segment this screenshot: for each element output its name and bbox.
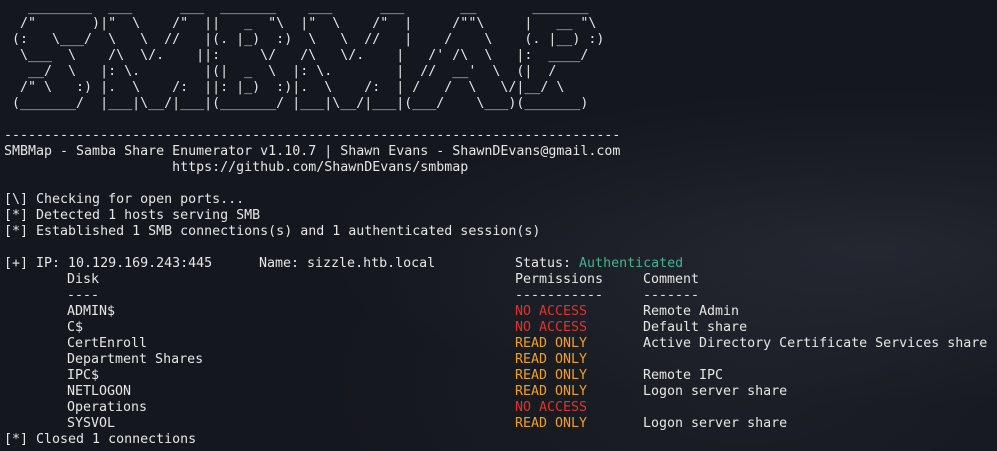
host-status-label: Status: (515, 256, 580, 271)
share-comment: Logon server share (643, 416, 788, 431)
status-line-detected-hosts: [*] Detected 1 hosts serving SMB (4, 208, 261, 223)
share-comment: Active Directory Certificate Services sh… (643, 336, 988, 351)
status-line-established-sessions: [*] Established 1 SMB connections(s) and… (4, 224, 541, 239)
share-comment: Logon server share (643, 384, 788, 399)
share-disk: ADMIN$ (67, 304, 116, 319)
host-ip: [+] IP: 10.129.169.243:445 (4, 256, 213, 271)
tool-title-line: SMBMap - Samba Share Enumerator v1.10.7 … (4, 144, 621, 159)
footer-closed-connections: [*] Closed 1 connections (4, 432, 197, 447)
share-permissions: READ ONLY (515, 384, 588, 399)
share-disk: Department Shares (67, 352, 204, 367)
column-underline-permissions: ----------- (515, 288, 604, 303)
share-disk: SYSVOL (67, 416, 116, 431)
smbmap-ascii-banner: ________ ___ ___ _______ ___ ___ __ ____… (12, 0, 605, 111)
share-permissions: NO ACCESS (515, 400, 588, 415)
share-permissions: READ ONLY (515, 352, 588, 367)
share-permissions: READ ONLY (515, 336, 588, 351)
share-permissions: NO ACCESS (515, 320, 588, 335)
share-disk: Operations (67, 400, 148, 415)
share-disk: C$ (67, 320, 84, 335)
share-comment: Remote Admin (643, 304, 740, 319)
host-status-value: Authenticated (579, 256, 684, 271)
column-underline-comment: ------- (643, 288, 700, 303)
banner-separator: ----------------------------------------… (4, 128, 621, 143)
terminal-window[interactable]: ________ ___ ___ _______ ___ ___ __ ____… (0, 0, 997, 451)
share-disk: CertEnroll (67, 336, 148, 351)
column-header-permissions: Permissions (515, 272, 604, 287)
share-comment: Default share (643, 320, 748, 335)
share-comment: Remote IPC (643, 368, 724, 383)
column-header-comment: Comment (643, 272, 700, 287)
status-line-checking-ports: [\] Checking for open ports... (4, 192, 245, 207)
share-disk: NETLOGON (67, 384, 132, 399)
share-permissions: NO ACCESS (515, 304, 588, 319)
share-permissions: READ ONLY (515, 368, 588, 383)
column-header-disk: Disk (67, 272, 100, 287)
host-name: Name: sizzle.htb.local (259, 256, 436, 271)
share-permissions: READ ONLY (515, 416, 588, 431)
column-underline-disk: ---- (67, 288, 100, 303)
tool-url-line: https://github.com/ShawnDEvans/smbmap (4, 160, 469, 175)
host-status: Status: Authenticated (515, 256, 683, 272)
share-disk: IPC$ (67, 368, 100, 383)
